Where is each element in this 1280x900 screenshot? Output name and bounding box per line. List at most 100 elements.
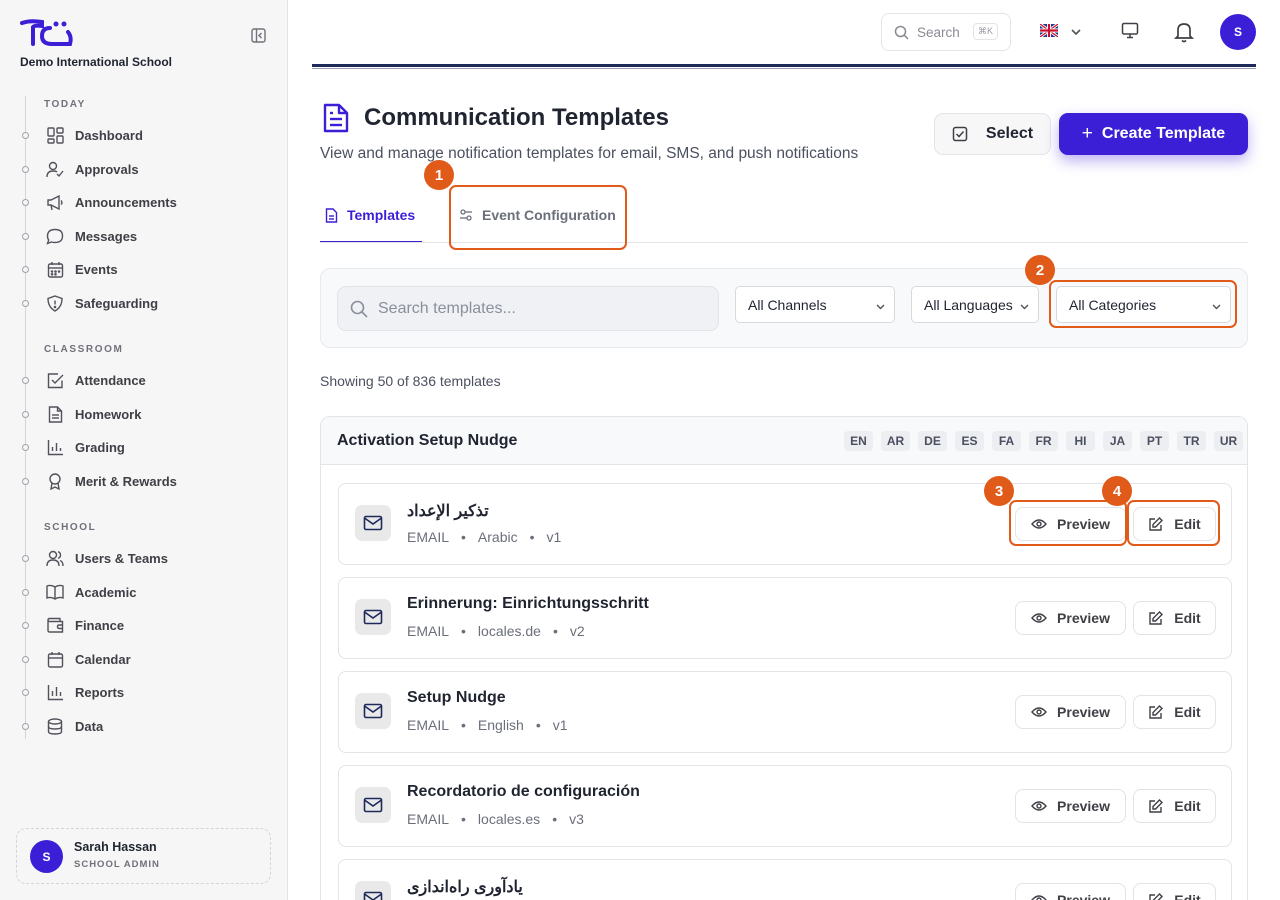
template-version: v1: [546, 529, 562, 545]
nav-dot: [22, 376, 29, 384]
template-row[interactable]: تذكير الإعداد EMAIL • Arabic • v1 Previe…: [338, 483, 1232, 565]
meta-separator: •: [552, 623, 558, 639]
global-search[interactable]: Search ⌘K: [881, 13, 1011, 51]
edit-button[interactable]: Edit: [1133, 789, 1216, 823]
chevron-down-icon[interactable]: [1070, 25, 1082, 43]
template-channel: EMAIL: [407, 623, 450, 639]
select-button[interactable]: Select: [934, 113, 1051, 155]
sidebar-item-label: Academic: [75, 584, 137, 600]
template-version: v3: [569, 811, 584, 827]
preview-button[interactable]: Preview: [1015, 789, 1126, 823]
create-template-label: Create Template: [1101, 125, 1226, 142]
bar-chart-icon: [46, 438, 64, 456]
eye-icon: [1031, 895, 1047, 900]
preview-label: Preview: [1057, 704, 1110, 720]
language-chip: AR: [881, 431, 910, 451]
template-row[interactable]: Setup Nudge EMAIL • English • v1 Preview…: [338, 671, 1232, 753]
preview-button[interactable]: Preview: [1015, 601, 1126, 635]
create-template-button[interactable]: + Create Template: [1059, 113, 1248, 155]
dashboard-icon: [46, 126, 64, 144]
sidebar-item-events[interactable]: Events: [22, 255, 272, 283]
sidebar-item-reports[interactable]: Reports: [22, 678, 272, 706]
template-meta: EMAIL • locales.es • v3: [407, 811, 584, 827]
sidebar-item-data[interactable]: Data: [22, 712, 272, 740]
edit-icon: [1149, 610, 1164, 625]
sidebar-item-announcements[interactable]: Announcements: [22, 188, 272, 216]
edit-icon: [1149, 516, 1164, 531]
avatar[interactable]: S: [1220, 14, 1256, 50]
sidebar-item-approvals[interactable]: Approvals: [22, 155, 272, 183]
sidebar-item-finance[interactable]: Finance: [22, 611, 272, 639]
template-locale: English: [477, 717, 524, 733]
shield-icon: [46, 294, 64, 312]
sidebar-item-calendar[interactable]: Calendar: [22, 645, 272, 673]
template-channel: EMAIL: [407, 529, 450, 545]
calendar-icon: [46, 650, 64, 668]
template-row[interactable]: یادآوری راه‌اندازی Preview Edit: [338, 859, 1232, 900]
page-subtitle: View and manage notification templates f…: [320, 145, 859, 162]
nav-dot: [22, 165, 29, 173]
sidebar-item-safeguarding[interactable]: Safeguarding: [22, 289, 272, 317]
database-icon: [46, 717, 64, 735]
preview-button[interactable]: Preview: [1015, 695, 1126, 729]
channels-select[interactable]: All Channels: [735, 286, 895, 323]
user-name: Sarah Hassan: [74, 840, 157, 854]
template-name: یادآوری راه‌اندازی: [407, 879, 523, 896]
sidebar-item-users-teams[interactable]: Users & Teams: [22, 544, 272, 572]
template-name: تذكير الإعداد: [407, 503, 489, 520]
award-icon: [46, 472, 64, 490]
nav-dot: [22, 198, 29, 206]
eye-icon: [1031, 801, 1047, 811]
annotation-badge: 2: [1025, 255, 1055, 285]
edit-button[interactable]: Edit: [1133, 695, 1216, 729]
user-card[interactable]: S Sarah Hassan SCHOOL ADMIN: [16, 828, 271, 884]
template-search-input[interactable]: Search templates...: [337, 286, 719, 331]
preview-button[interactable]: Preview: [1015, 883, 1126, 900]
search-placeholder: Search templates...: [378, 299, 516, 317]
school-logo[interactable]: [20, 18, 74, 53]
sidebar-item-attendance[interactable]: Attendance: [22, 366, 272, 394]
sidebar-item-grading[interactable]: Grading: [22, 433, 272, 461]
document-icon: [325, 207, 338, 223]
template-row[interactable]: Recordatorio de configuración EMAIL • lo…: [338, 765, 1232, 847]
categories-select[interactable]: All Categories: [1056, 286, 1231, 323]
meta-separator: •: [461, 717, 466, 733]
section-classroom: CLASSROOM: [44, 344, 124, 355]
tab-event-configuration[interactable]: Event Configuration: [459, 200, 616, 230]
preview-label: Preview: [1057, 892, 1110, 900]
wallet-icon: [46, 616, 64, 634]
collapse-sidebar-icon[interactable]: [251, 28, 267, 44]
edit-button[interactable]: Edit: [1133, 883, 1216, 900]
sidebar-item-academic[interactable]: Academic: [22, 578, 272, 606]
nav-dot: [22, 621, 29, 629]
language-select[interactable]: All Languages: [911, 286, 1039, 323]
edit-button[interactable]: Edit: [1133, 507, 1216, 541]
document-icon: [46, 405, 64, 423]
sidebar-item-dashboard[interactable]: Dashboard: [22, 121, 272, 149]
sidebar-item-homework[interactable]: Homework: [22, 400, 272, 428]
search-icon: [894, 25, 909, 40]
uk-flag-icon[interactable]: [1039, 22, 1059, 39]
sidebar-item-label: Announcements: [75, 194, 177, 210]
tab-templates[interactable]: Templates: [325, 200, 415, 230]
nav-dot: [22, 477, 29, 485]
checkbox-icon: [46, 371, 64, 389]
monitor-icon[interactable]: [1121, 22, 1139, 44]
nav-dot: [22, 655, 29, 663]
template-locale: Arabic: [477, 529, 518, 545]
template-row[interactable]: Erinnerung: Einrichtungsschritt EMAIL • …: [338, 577, 1232, 659]
edit-label: Edit: [1174, 704, 1201, 720]
nav-dot: [22, 722, 29, 730]
nav-dot: [22, 232, 29, 240]
sidebar-item-merit-rewards[interactable]: Merit & Rewards: [22, 467, 272, 495]
edit-icon: [1149, 704, 1164, 719]
preview-button[interactable]: Preview: [1015, 507, 1126, 541]
divider: [312, 68, 1256, 69]
annotation-badge: 4: [1102, 476, 1132, 506]
preview-label: Preview: [1057, 798, 1110, 814]
bell-icon[interactable]: [1173, 20, 1195, 48]
section-school: SCHOOL: [44, 522, 97, 533]
sidebar-item-messages[interactable]: Messages: [22, 222, 272, 250]
edit-label: Edit: [1174, 798, 1201, 814]
edit-button[interactable]: Edit: [1133, 601, 1216, 635]
